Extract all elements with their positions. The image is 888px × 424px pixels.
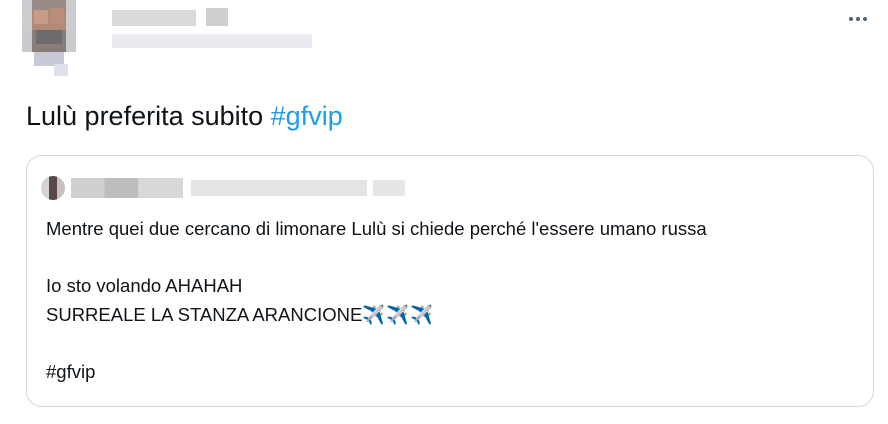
quoted-tweet-card[interactable]: Mentre quei due cercano di limonare Lulù… [26,155,874,407]
author-name-redacted[interactable] [112,10,196,26]
airplane-emoji: ✈️✈️✈️ [362,304,435,325]
quoted-line-1: Mentre quei due cercano di limonare Lulù… [46,218,707,239]
author-name-redacted [206,8,228,26]
quoted-hashtag[interactable]: #gfvip [46,357,859,386]
author-handle-redacted[interactable] [112,34,312,48]
quoted-line-3-text: SURREALE LA STANZA ARANCIONE [46,304,363,325]
quoted-line-3: SURREALE LA STANZA ARANCIONE✈️✈️✈️ [46,300,859,329]
tweet-text-body: Lulù preferita subito [26,101,271,131]
quoted-tweet-text: Mentre quei due cercano di limonare Lulù… [46,214,859,386]
quoted-author-handle-redacted [191,180,367,196]
quoted-author-name-redacted[interactable] [71,178,183,198]
more-horizontal-icon [849,17,853,21]
author-avatar-pixelation [54,64,68,76]
quoted-author-avatar[interactable] [41,176,65,200]
author-avatar[interactable] [22,0,76,52]
more-options-button[interactable] [846,12,870,26]
tweet-hashtag-link[interactable]: #gfvip [271,101,343,131]
quoted-line-2: Io sto volando AHAHAH [46,275,243,296]
quoted-date-redacted [373,180,405,196]
tweet-text: Lulù preferita subito #gfvip [26,98,343,134]
